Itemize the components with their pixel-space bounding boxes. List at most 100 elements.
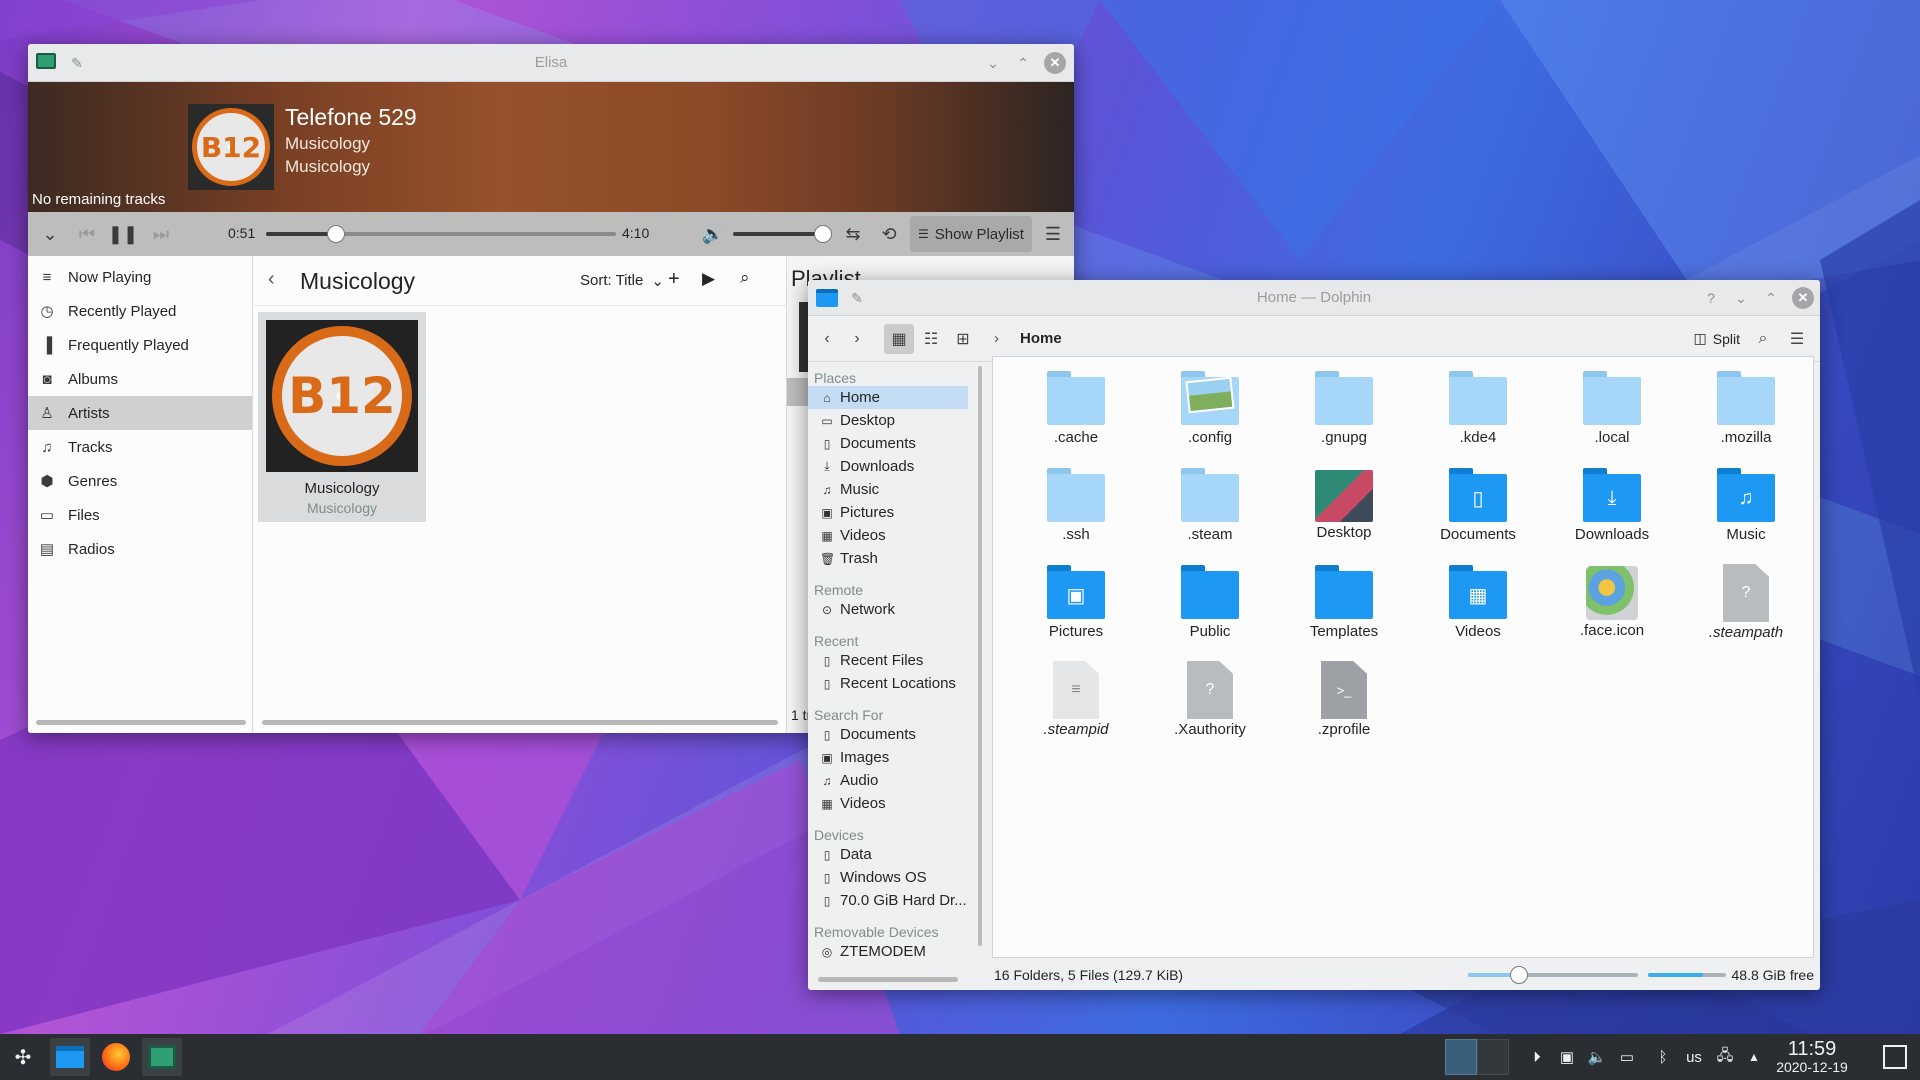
places-item-trash[interactable]: 🗑 Trash — [808, 547, 978, 570]
places-item-home[interactable]: ⌂ Home — [808, 386, 968, 409]
add-icon[interactable]: + — [668, 268, 680, 291]
virtual-desktop-pager[interactable] — [1444, 1038, 1510, 1076]
icons-view-button[interactable]: ▦ — [884, 324, 914, 354]
file-item[interactable]: .cache — [1009, 367, 1143, 464]
forward-button[interactable]: › — [842, 324, 872, 354]
elisa-app-icon[interactable] — [36, 53, 56, 69]
collapse-header-button[interactable]: ⌄ — [36, 212, 64, 256]
back-button[interactable]: ‹ — [812, 324, 842, 354]
app-launcher-icon[interactable]: ✣ — [6, 1038, 40, 1076]
file-item[interactable]: Desktop — [1277, 464, 1411, 561]
places-item-70-0-gib-hard-dr-[interactable]: ▯ 70.0 GiB Hard Dr... — [808, 889, 978, 912]
sidebar-item-files[interactable]: ▭ Files — [28, 498, 252, 532]
file-item[interactable]: >_ .zprofile — [1277, 658, 1411, 755]
sidebar-item-frequently-played[interactable]: ▐ Frequently Played — [28, 328, 252, 362]
horizontal-scrollbar[interactable] — [262, 720, 778, 725]
volume-icon[interactable]: 🔊 — [700, 212, 726, 256]
search-icon[interactable]: ⌕ — [1748, 324, 1778, 354]
keyboard-layout[interactable]: us — [1680, 1038, 1708, 1076]
sort-dropdown[interactable]: Sort: Title ⌄ — [580, 272, 664, 290]
dolphin-titlebar[interactable]: ✎ Home — Dolphin ? ⌄ ⌃ ✕ — [808, 280, 1820, 316]
sidebar-item-radios[interactable]: ▤ Radios — [28, 532, 252, 566]
file-item[interactable]: ⤓ Downloads — [1545, 464, 1679, 561]
task-dolphin[interactable] — [50, 1038, 90, 1076]
file-item[interactable]: ? .steampath — [1679, 561, 1813, 658]
file-item[interactable]: .face.icon — [1545, 561, 1679, 658]
previous-track-button[interactable]: ⏮ — [72, 212, 102, 256]
help-button[interactable]: ? — [1700, 287, 1722, 309]
maximize-button[interactable]: ⌃ — [1012, 52, 1034, 74]
file-item[interactable]: .ssh — [1009, 464, 1143, 561]
file-item[interactable]: Templates — [1277, 561, 1411, 658]
repeat-icon[interactable]: ⟲ — [876, 212, 902, 256]
places-item-documents[interactable]: ▯ Documents — [808, 723, 978, 746]
minimize-button[interactable]: ⌄ — [1730, 287, 1752, 309]
file-item[interactable]: ≡ .steampid — [1009, 658, 1143, 755]
minimize-button[interactable]: ⌄ — [982, 52, 1004, 74]
breadcrumb-home[interactable]: Home — [1020, 330, 1062, 347]
media-player-icon[interactable]: ⏵ — [1526, 1038, 1548, 1076]
next-track-button[interactable]: ⏭ — [146, 212, 176, 256]
places-item-downloads[interactable]: ⤓ Downloads — [808, 455, 978, 478]
progress-handle[interactable] — [327, 225, 345, 243]
sidebar-item-albums[interactable]: ◙ Albums — [28, 362, 252, 396]
pause-button[interactable]: ❚❚ — [108, 212, 138, 256]
file-item[interactable]: ▣ Pictures — [1009, 561, 1143, 658]
battery-icon[interactable]: ▭ — [1616, 1038, 1638, 1076]
intel-icon[interactable]: ▣ — [1556, 1038, 1578, 1076]
shuffle-icon[interactable]: ⇆ — [840, 212, 866, 256]
show-desktop-button[interactable] — [1880, 1038, 1910, 1076]
hamburger-menu-icon[interactable]: ☰ — [1782, 324, 1812, 354]
file-item[interactable]: ♫ Music — [1679, 464, 1813, 561]
show-playlist-button[interactable]: ☰ Show Playlist — [910, 216, 1032, 252]
file-item[interactable]: .kde4 — [1411, 367, 1545, 464]
elisa-titlebar[interactable]: ✎ Elisa ⌄ ⌃ ✕ — [28, 44, 1074, 82]
desktop-2[interactable] — [1477, 1039, 1509, 1075]
desktop-1[interactable] — [1445, 1039, 1477, 1075]
volume-handle[interactable] — [814, 225, 832, 243]
file-item[interactable]: ▯ Documents — [1411, 464, 1545, 561]
pin-icon[interactable]: ✎ — [66, 52, 88, 74]
file-item[interactable]: .mozilla — [1679, 367, 1813, 464]
file-item[interactable]: .gnupg — [1277, 367, 1411, 464]
play-icon[interactable]: ▶ — [702, 269, 715, 289]
hamburger-menu-icon[interactable]: ☰ — [1038, 212, 1068, 256]
task-firefox[interactable] — [96, 1038, 136, 1076]
back-button[interactable]: ‹ — [268, 268, 275, 291]
sidebar-scrollbar[interactable] — [36, 720, 246, 725]
file-item[interactable]: .steam — [1143, 464, 1277, 561]
file-item[interactable]: ? .Xauthority — [1143, 658, 1277, 755]
sidebar-item-now-playing[interactable]: ≡ Now Playing — [28, 260, 252, 294]
details-view-button[interactable]: ⊞ — [948, 324, 978, 354]
sidebar-item-recently-played[interactable]: ◷ Recently Played — [28, 294, 252, 328]
places-item-recent-files[interactable]: ▯ Recent Files — [808, 649, 978, 672]
sidebar-item-artists[interactable]: ♙ Artists — [28, 396, 252, 430]
dolphin-app-icon[interactable] — [816, 289, 838, 307]
file-item[interactable]: Public — [1143, 561, 1277, 658]
close-button[interactable]: ✕ — [1792, 287, 1814, 309]
places-item-images[interactable]: ▣ Images — [808, 746, 978, 769]
maximize-button[interactable]: ⌃ — [1760, 287, 1782, 309]
show-hidden-icons-button[interactable]: ▲ — [1744, 1038, 1764, 1076]
compact-view-button[interactable]: ☷ — [916, 324, 946, 354]
places-item-windows-os[interactable]: ▯ Windows OS — [808, 866, 978, 889]
places-item-network[interactable]: ⊙ Network — [808, 598, 978, 621]
search-icon[interactable]: ⌕ — [740, 268, 750, 288]
digital-clock[interactable]: 11:59 2020-12-19 — [1772, 1038, 1852, 1076]
places-scrollbar[interactable] — [978, 366, 982, 946]
file-item[interactable]: .config — [1143, 367, 1277, 464]
task-elisa[interactable] — [142, 1038, 182, 1076]
places-item-videos[interactable]: ▦ Videos — [808, 524, 978, 547]
places-item-music[interactable]: ♫ Music — [808, 478, 978, 501]
zoom-handle[interactable] — [1510, 966, 1528, 984]
places-item-audio[interactable]: ♫ Audio — [808, 769, 978, 792]
bluetooth-icon[interactable]: ᛒ — [1652, 1038, 1674, 1076]
places-item-data[interactable]: ▯ Data — [808, 843, 978, 866]
split-button[interactable]: ◫ Split — [1694, 330, 1740, 347]
volume-icon[interactable]: 🔈 — [1586, 1038, 1608, 1076]
pin-icon[interactable]: ✎ — [846, 287, 868, 309]
file-item[interactable]: .local — [1545, 367, 1679, 464]
places-item-desktop[interactable]: ▭ Desktop — [808, 409, 978, 432]
close-button[interactable]: ✕ — [1044, 52, 1066, 74]
places-item-videos[interactable]: ▦ Videos — [808, 792, 978, 815]
